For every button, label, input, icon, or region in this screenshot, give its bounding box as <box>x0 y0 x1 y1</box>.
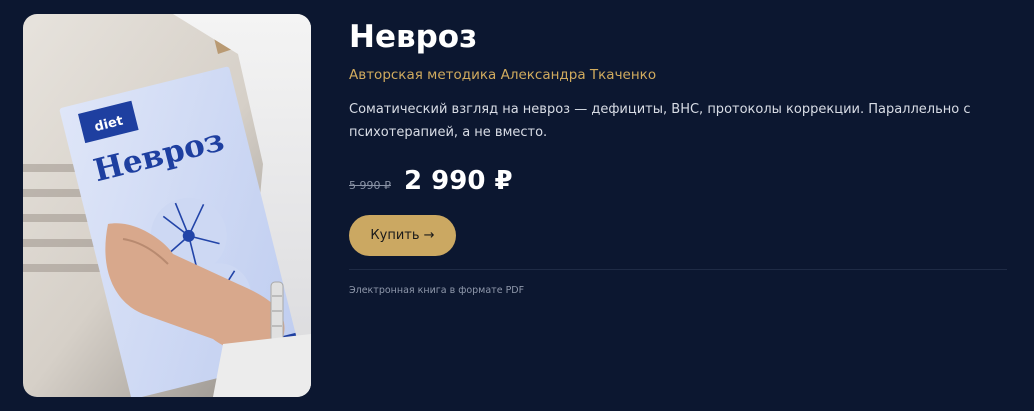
divider <box>349 269 1007 270</box>
author-line: Авторская методика Александра Ткаченко <box>349 67 657 83</box>
product-title: Невроз <box>349 19 478 55</box>
current-price: 2 990 ₽ <box>404 166 513 196</box>
book-cover-image: diet Невроз <box>23 14 311 397</box>
product-description: Соматический взгляд на невроз — дефициты… <box>349 102 971 140</box>
format-note: Электронная книга в формате PDF <box>349 285 525 296</box>
buy-button[interactable]: Купить → <box>349 215 456 256</box>
product-card: diet Невроз Невроз Авторская методика Ал… <box>0 0 1034 411</box>
old-price: 5 990 ₽ <box>349 179 391 192</box>
